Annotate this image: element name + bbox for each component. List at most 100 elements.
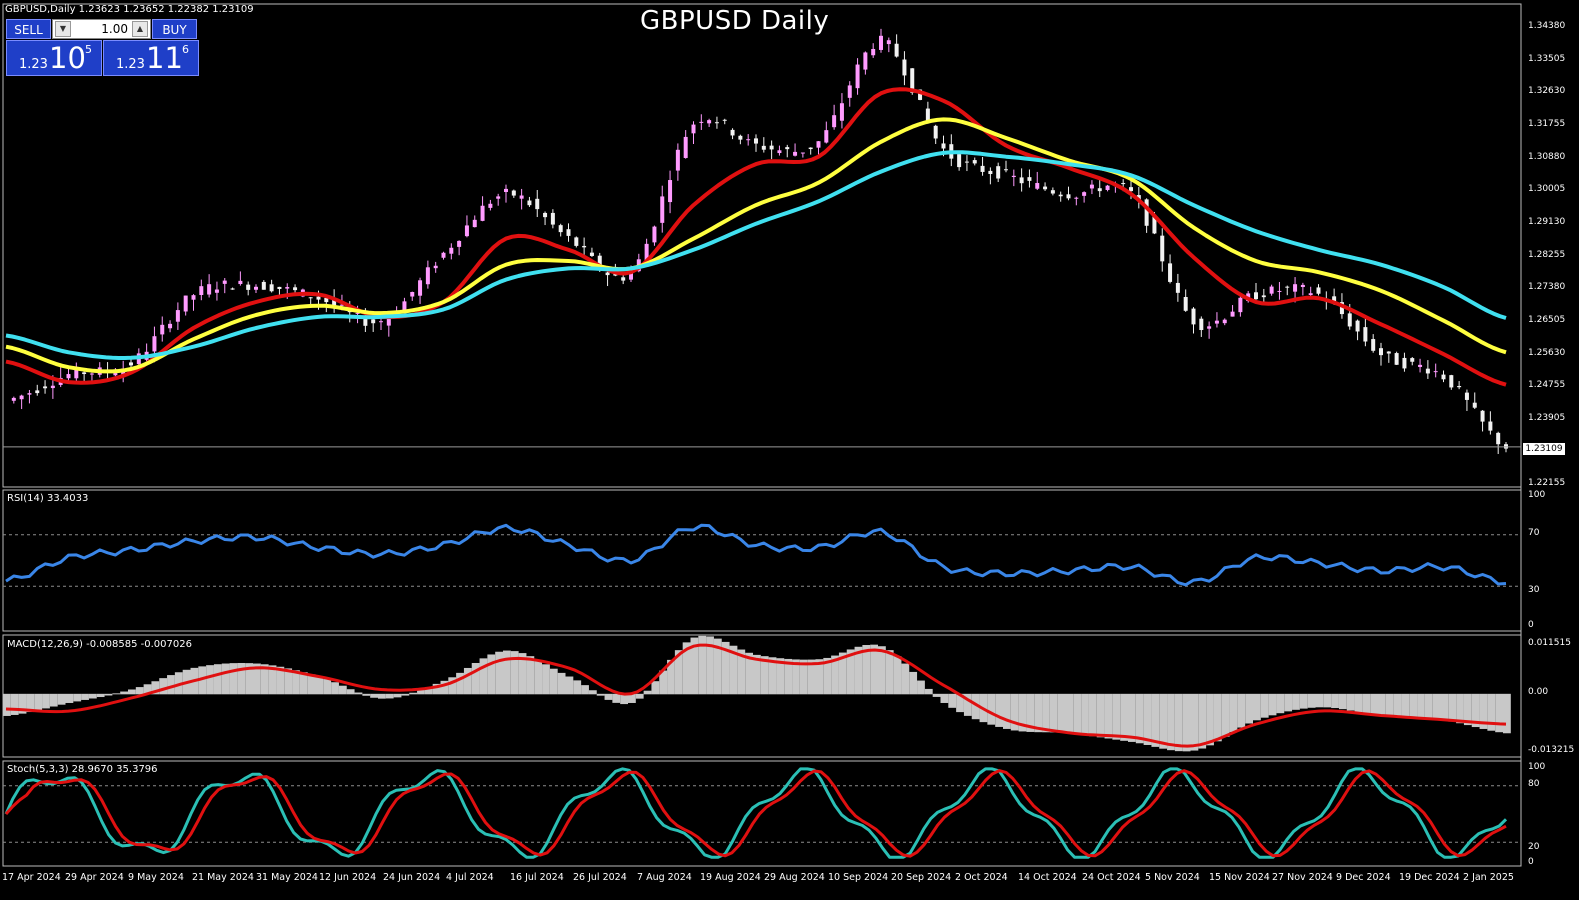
macd-bar: [987, 693, 996, 725]
macd-bar: [1338, 693, 1347, 710]
macd-bar: [612, 693, 621, 703]
macd-bar: [370, 693, 378, 698]
chart-canvas[interactable]: [0, 0, 1579, 896]
macd-bar: [73, 693, 82, 702]
price-tick: 1.30880: [1528, 152, 1566, 162]
macd-bar: [34, 693, 43, 711]
chart-window[interactable]: GBPUSD,Daily 1.23623 1.23652 1.22382 1.2…: [0, 0, 1579, 896]
candle-body: [285, 287, 290, 289]
lot-size-stepper[interactable]: ▼ ▲: [52, 19, 151, 39]
macd-bar: [471, 662, 480, 695]
stoch-tick: 20: [1528, 842, 1540, 852]
candle-body: [496, 196, 501, 199]
macd-bar: [924, 688, 933, 695]
candle-body: [19, 395, 24, 400]
macd-bar: [651, 681, 660, 695]
macd-bar: [542, 664, 550, 695]
date-tick: 10 Sep 2024: [828, 872, 889, 883]
sell-quote-fraction: 5: [85, 43, 92, 56]
macd-bar: [909, 671, 918, 695]
candle-body: [82, 372, 87, 375]
macd-bar: [346, 689, 355, 695]
candle-body: [1441, 374, 1446, 380]
candle-body: [793, 151, 798, 156]
stoch-tick: 100: [1528, 762, 1546, 772]
candle-body: [1293, 284, 1298, 292]
candle-body: [418, 280, 423, 296]
stoch-main-line: [4, 767, 1508, 859]
one-click-trading-panel: SELL ▼ ▲ BUY 1.23 10 5 1.23 11 6: [6, 19, 199, 77]
macd-bar: [1487, 693, 1496, 731]
candle-body: [66, 374, 71, 379]
macd-bar: [1393, 693, 1402, 718]
sell-button[interactable]: SELL: [6, 19, 51, 39]
candle-body: [207, 284, 212, 295]
macd-bar: [573, 680, 582, 695]
candle-body: [683, 136, 688, 158]
buy-quote[interactable]: 1.23 11 6: [103, 40, 199, 76]
macd-bar: [401, 693, 410, 696]
lot-size-input[interactable]: [73, 21, 130, 37]
candle-body: [699, 121, 704, 123]
macd-bar: [1354, 693, 1363, 713]
candle-body: [558, 225, 563, 233]
macd-bar: [229, 663, 238, 695]
candle-body: [199, 286, 204, 295]
candle-body: [707, 120, 712, 124]
candle-body: [1433, 371, 1438, 373]
macd-bar: [1307, 693, 1316, 708]
candle-body: [27, 393, 32, 395]
candle-body: [1074, 197, 1079, 199]
macd-bar: [10, 693, 19, 715]
candle-body: [675, 149, 680, 171]
macd-bar: [1151, 693, 1160, 747]
candle-body: [691, 124, 696, 134]
macd-bar: [1088, 693, 1097, 737]
decrease-lot-icon[interactable]: ▼: [55, 21, 71, 37]
candle-body: [379, 321, 383, 323]
candle-body: [1230, 311, 1235, 317]
candle-body: [410, 292, 415, 297]
macd-bar: [1198, 693, 1207, 749]
macd-tick: 0.011515: [1528, 638, 1571, 648]
candle-body: [1168, 263, 1173, 282]
candle-body: [246, 284, 251, 290]
candle-body: [160, 324, 165, 335]
macd-bar: [1049, 693, 1058, 733]
candle-body: [152, 336, 157, 352]
macd-bar: [1315, 693, 1324, 708]
macd-bar: [495, 651, 503, 695]
candle-body: [1129, 187, 1133, 192]
macd-bar: [885, 650, 894, 695]
candle-body: [1371, 339, 1376, 351]
macd-bar: [643, 690, 652, 695]
pane-border: [2, 3, 1522, 488]
candle-body: [457, 240, 462, 247]
date-tick: 15 Nov 2024: [1209, 872, 1270, 883]
stoch-label: Stoch(5,3,3) 28.9670 35.3796: [7, 764, 158, 775]
candle-body: [1043, 186, 1048, 190]
date-tick: 9 May 2024: [128, 872, 184, 883]
candle-body: [1027, 177, 1032, 181]
macd-bar: [1284, 693, 1293, 712]
increase-lot-icon[interactable]: ▲: [132, 21, 148, 37]
buy-button[interactable]: BUY: [152, 19, 197, 39]
macd-histogram: [3, 635, 1511, 752]
candle-body: [785, 147, 790, 150]
candle-body: [183, 295, 188, 312]
macd-bar: [479, 658, 488, 695]
macd-bar: [1346, 693, 1355, 711]
sell-quote[interactable]: 1.23 10 5: [6, 40, 102, 76]
macd-bar: [1409, 693, 1418, 718]
candle-body: [1004, 169, 1008, 171]
macd-bar: [604, 693, 613, 700]
macd-bar: [557, 672, 566, 695]
candle-body: [1425, 368, 1430, 374]
macd-bar: [128, 689, 136, 695]
candle-body: [660, 196, 665, 223]
candle-body: [1308, 293, 1313, 296]
macd-bar: [221, 663, 230, 695]
macd-bar: [932, 693, 941, 697]
macd-bar: [1456, 693, 1464, 724]
candle-body: [441, 252, 446, 258]
